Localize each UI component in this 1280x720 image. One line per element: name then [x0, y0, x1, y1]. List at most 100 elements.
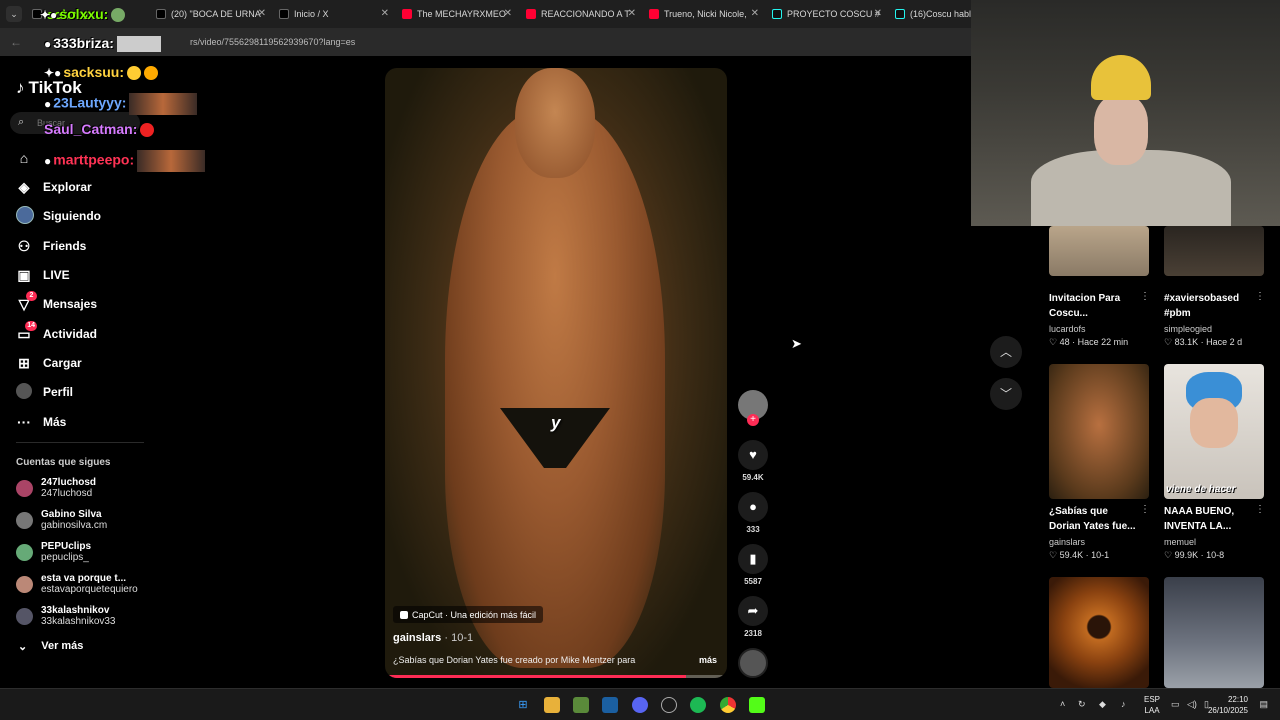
back-arrow-icon[interactable]: ←: [10, 35, 22, 49]
following-account[interactable]: Gabino Silva gabinosilva.cm: [16, 507, 107, 533]
recommended-title[interactable]: NAAA BUENO, INVENTA LA...: [1164, 504, 1252, 534]
recommended-thumbnail[interactable]: [1164, 577, 1264, 688]
recommended-author[interactable]: simpleogied: [1164, 324, 1212, 334]
mouse-cursor-icon: ➤: [791, 336, 802, 351]
like-button[interactable]: ♥ 59.4K: [738, 440, 768, 482]
network-icon[interactable]: ▭: [1171, 699, 1180, 710]
tab-4[interactable]: REACCIONANDO A T ✕: [526, 5, 636, 23]
youtube-icon: [649, 9, 659, 19]
recommended-title[interactable]: Invitacion Para Coscu...: [1049, 291, 1137, 321]
video-progress-bar[interactable]: [385, 675, 727, 678]
tab-1[interactable]: (20) "BOCA DE URNA ✕: [156, 5, 266, 23]
capcut-tag[interactable]: CapCut · Una edición más fácil: [393, 606, 544, 623]
youtube-icon: [402, 9, 412, 19]
discord-icon[interactable]: [632, 697, 648, 713]
recommended-stats: ♡ 83.1K · Hace 2 d: [1164, 337, 1243, 347]
save-button[interactable]: ▮ 5587: [738, 544, 768, 586]
close-tab-icon[interactable]: ✕: [504, 8, 512, 19]
close-tab-icon[interactable]: ✕: [874, 8, 882, 19]
url-field[interactable]: rs/video/7556298119562939670?lang=es: [190, 37, 355, 47]
follow-plus-icon[interactable]: +: [747, 414, 759, 426]
sidebar-item-mensajes[interactable]: ▽ 2 Mensajes: [16, 290, 97, 314]
video-author[interactable]: gainslars · 10-1: [393, 632, 473, 644]
avatar: [16, 543, 33, 561]
tab-2[interactable]: Inicio / X ✕: [279, 5, 389, 23]
spotify-icon[interactable]: [690, 697, 706, 713]
close-tab-icon[interactable]: ✕: [751, 8, 759, 19]
shield-icon[interactable]: ◆: [1099, 699, 1106, 710]
recommended-author[interactable]: memuel: [1164, 537, 1196, 547]
sidebar-item-explorar[interactable]: ◈ Explorar: [16, 177, 92, 197]
windows-start-icon[interactable]: ⊞: [515, 697, 531, 713]
more-options-icon[interactable]: ⋮: [1255, 291, 1265, 302]
microphone-icon[interactable]: ♪: [1121, 699, 1126, 709]
more-options-icon[interactable]: ⋮: [1140, 504, 1150, 515]
recommended-thumbnail[interactable]: [1049, 577, 1149, 688]
sidebar-item-live[interactable]: ▣ LIVE: [16, 265, 69, 285]
steam-icon[interactable]: [602, 697, 618, 713]
more-options-icon[interactable]: ⋮: [1140, 291, 1150, 302]
tiktok-icon: [895, 9, 905, 19]
sidebar-item-actividad[interactable]: ▭ 14 Actividad: [16, 320, 97, 344]
chevron-down-icon: ﹀: [999, 387, 1012, 401]
x-logo-icon: [279, 9, 289, 19]
chat-message: Saul_Catman:: [44, 121, 155, 138]
close-tab-icon[interactable]: ✕: [258, 8, 266, 19]
recommended-author[interactable]: lucardofs: [1049, 324, 1086, 334]
avatar: [16, 575, 33, 593]
chrome-icon[interactable]: [720, 697, 736, 713]
recommended-thumbnail[interactable]: [1049, 226, 1149, 276]
following-account[interactable]: 247luchosd 247luchosd: [16, 475, 96, 501]
chat-message: ● 23Lautyyy:: [44, 93, 198, 115]
thumbnail-face: [1190, 398, 1238, 448]
sync-icon[interactable]: ↻: [1078, 699, 1086, 710]
sidebar-item-mas[interactable]: ··· Más: [16, 412, 66, 432]
music-disc[interactable]: [738, 648, 768, 678]
chat-message: ✦● solxxu:: [40, 6, 126, 23]
sidebar-item-cargar[interactable]: ⊞ Cargar: [16, 353, 82, 373]
heart-outline-icon: ♡: [1049, 550, 1058, 560]
more-options-icon[interactable]: ⋮: [1255, 504, 1265, 515]
previous-video-button[interactable]: ︿: [990, 336, 1022, 368]
tab-7[interactable]: (16)Coscu habla d: [895, 5, 975, 23]
file-explorer-icon[interactable]: [544, 697, 560, 713]
notification-icon[interactable]: ▤: [1259, 699, 1268, 710]
sidebar-item-home[interactable]: ⌂: [16, 148, 43, 168]
creator-avatar[interactable]: +: [738, 390, 768, 426]
sidebar-item-perfil[interactable]: Perfil: [16, 382, 73, 402]
tab-6[interactable]: PROYECTO COSCU # ✕: [772, 5, 882, 23]
see-more-button[interactable]: ⌄ Ver más: [18, 640, 83, 653]
tab-5[interactable]: Trueno, Nicki Nicole, ✕: [649, 5, 759, 23]
recommended-thumbnail[interactable]: viene de hacer: [1164, 364, 1264, 499]
close-tab-icon[interactable]: ✕: [381, 8, 389, 19]
close-tab-icon[interactable]: ✕: [628, 8, 636, 19]
video-player[interactable]: y CapCut · Una edición más fácil gainsla…: [385, 68, 727, 678]
tab-search-button[interactable]: ⌄: [6, 6, 22, 22]
activity-icon: ▭ 14: [17, 320, 37, 342]
x-logo-icon: [156, 9, 166, 19]
minecraft-icon[interactable]: [573, 697, 589, 713]
webcam-person-beanie: [1091, 55, 1151, 100]
kick-icon[interactable]: [749, 697, 765, 713]
sidebar-item-friends[interactable]: ⚇ Friends: [16, 236, 87, 256]
language-indicator[interactable]: ESP LAA: [1144, 694, 1160, 716]
more-link[interactable]: más: [699, 655, 717, 665]
recommended-thumbnail[interactable]: [1164, 226, 1264, 276]
following-account[interactable]: 33kalashnikov 33kalashnikov33: [16, 603, 116, 629]
following-account[interactable]: PEPUclips pepuclips_: [16, 539, 91, 565]
recommended-title[interactable]: ¿Sabías que Dorian Yates fue...: [1049, 504, 1137, 534]
recommended-title[interactable]: #xaviersobased #pbm: [1164, 291, 1252, 321]
recommended-author[interactable]: gainslars: [1049, 537, 1085, 547]
recommended-stats: ♡ 48 · Hace 22 min: [1049, 337, 1129, 347]
tray-chevron-icon[interactable]: ˄: [1060, 699, 1065, 709]
comment-button[interactable]: ● 333: [738, 492, 768, 534]
tab-3[interactable]: The MECHAYRXMEO ✕: [402, 5, 512, 23]
system-clock[interactable]: 22:10 26/10/2025: [1208, 694, 1248, 716]
following-account[interactable]: esta va porque t... estavaporquetequiero: [16, 571, 138, 597]
obs-icon[interactable]: [661, 697, 677, 713]
sidebar-item-siguiendo[interactable]: Siguiendo: [16, 205, 101, 226]
recommended-thumbnail[interactable]: [1049, 364, 1149, 499]
next-video-button[interactable]: ﹀: [990, 378, 1022, 410]
volume-icon[interactable]: ◁): [1187, 699, 1197, 710]
share-button[interactable]: ➦ 2318: [738, 596, 768, 638]
